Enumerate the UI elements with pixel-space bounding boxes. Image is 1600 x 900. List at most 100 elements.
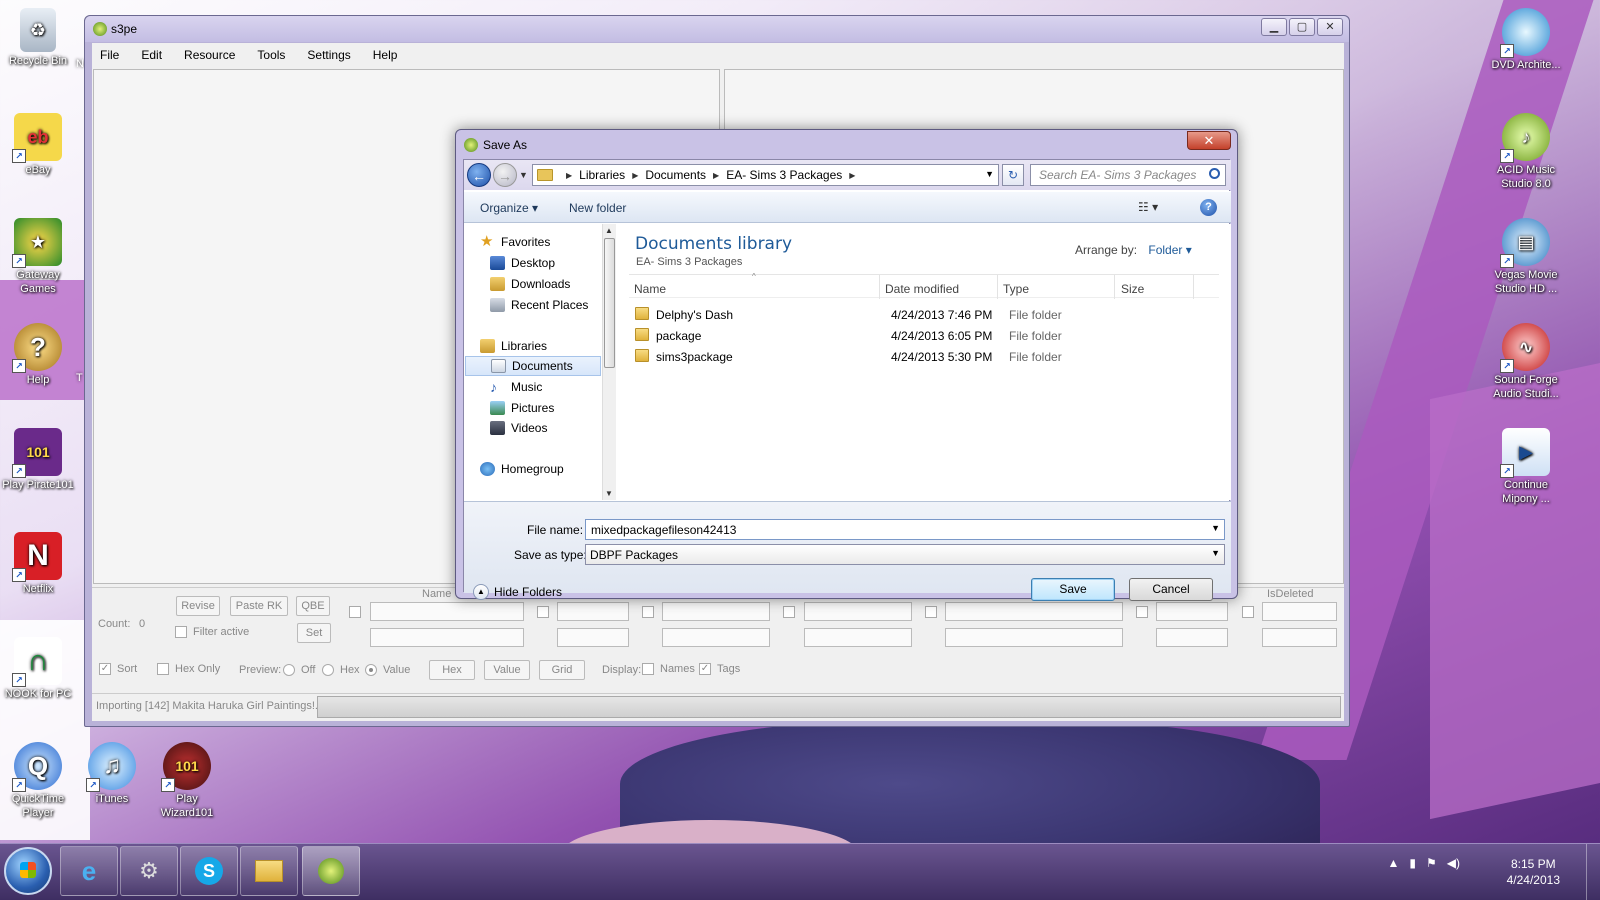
filter-field-input[interactable] [945,628,1123,647]
desktop-icon-pirate101[interactable]: 101 ↗ Play Pirate101 [0,428,76,492]
dialog-close-button[interactable]: ✕ [1187,131,1231,150]
nav-item-homegroup[interactable]: Homegroup [480,459,616,479]
column-header-date-modified[interactable]: Date modified [885,282,959,296]
address-bar[interactable]: ▶ Libraries ▶ Documents ▶ EA- Sims 3 Pac… [532,164,999,186]
paste-rk-button[interactable]: Paste RK [230,596,288,616]
filter-field-input[interactable] [1156,628,1228,647]
filter-field-input[interactable] [804,628,912,647]
filter-field-input[interactable] [557,602,629,621]
change-view-button[interactable]: ☷ ▾ [1138,200,1158,214]
cancel-button[interactable]: Cancel [1129,578,1213,601]
filter-active-checkbox[interactable] [175,626,187,638]
breadcrumb-libraries[interactable]: Libraries [579,168,625,182]
grid-button[interactable]: Grid [539,660,585,680]
column-divider[interactable] [997,275,998,299]
filter-field-input[interactable] [1156,602,1228,621]
column-header-name[interactable]: Name [634,282,666,296]
forward-button[interactable]: → [493,163,517,187]
desktop-icon-recycle-bin[interactable]: ♻ Recycle Bin [0,8,76,68]
recent-locations-dropdown[interactable]: ▼ [519,170,528,180]
save-button[interactable]: Save [1031,578,1115,601]
action-center-icon[interactable]: ⚑ [1426,856,1437,870]
chevron-right-icon[interactable]: ▶ [713,171,719,180]
new-folder-button[interactable]: New folder [569,201,626,215]
filter-field-checkbox[interactable] [925,606,937,618]
chevron-down-icon[interactable]: ▼ [1211,548,1220,558]
arrange-by-dropdown[interactable]: Folder ▾ [1148,243,1191,257]
minimize-button[interactable]: ▁ [1261,18,1287,36]
desktop-icon-sound-forge[interactable]: ∿ ↗ Sound Forge Audio Studi... [1488,323,1564,401]
search-input[interactable]: Search EA- Sims 3 Packages [1030,164,1226,186]
hex-only-checkbox[interactable] [157,663,169,675]
desktop-icon-ebay[interactable]: eb ↗ eBay [0,113,76,177]
filter-field-checkbox[interactable] [1136,606,1148,618]
refresh-button[interactable]: ↻ [1002,164,1024,186]
qbe-button[interactable]: QBE [296,596,330,616]
menu-settings[interactable]: Settings [307,48,350,62]
chevron-right-icon[interactable]: ▶ [632,171,638,180]
column-divider[interactable] [1114,275,1115,299]
isdeleted-filter-input[interactable] [1262,628,1337,647]
taskbar-internet-explorer[interactable]: e [60,846,118,896]
desktop-icon-nook[interactable]: ∩ ↗ NOOK for PC [0,637,76,701]
network-icon[interactable]: ▮ [1409,856,1416,870]
maximize-button[interactable]: ▢ [1289,18,1315,36]
set-button[interactable]: Set [297,623,331,643]
nav-item-documents[interactable]: Documents [465,356,601,376]
menu-help[interactable]: Help [373,48,398,62]
menu-resource[interactable]: Resource [184,48,235,62]
column-divider[interactable] [879,275,880,299]
file-row[interactable]: sims3package 4/24/2013 5:30 PM File fold… [629,347,1129,367]
sort-checkbox[interactable]: ✓ [99,663,111,675]
desktop-icon-mipony[interactable]: ▶ ↗ Continue Mipony ... [1488,428,1564,506]
filter-field-checkbox[interactable] [537,606,549,618]
scrollbar-thumb[interactable] [604,238,615,368]
filter-field-checkbox[interactable] [1242,606,1254,618]
isdeleted-filter-input[interactable] [1262,602,1337,621]
desktop-icon-acid-music[interactable]: ♪ ↗ ACID Music Studio 8.0 [1488,113,1564,191]
filter-field-checkbox[interactable] [349,606,361,618]
file-row[interactable]: Delphy's Dash 4/24/2013 7:46 PM File fol… [629,305,1129,325]
hide-folders-toggle[interactable]: ▲ Hide Folders [473,584,562,600]
preview-value-radio[interactable] [365,664,377,676]
preview-hex-radio[interactable] [322,664,334,676]
names-checkbox[interactable] [642,663,654,675]
desktop-icon-help[interactable]: ? ↗ Help [0,323,76,387]
filter-field-input[interactable] [945,602,1123,621]
clock[interactable]: 8:15 PM 4/24/2013 [1507,856,1560,888]
file-name-input[interactable]: mixedpackagefileson42413 ▼ [585,519,1225,540]
breadcrumb-documents[interactable]: Documents [645,168,706,182]
help-button[interactable]: ? [1200,199,1217,216]
desktop-icon-vegas-movie[interactable]: ▤ ↗ Vegas Movie Studio HD ... [1488,218,1564,296]
file-row[interactable]: package 4/24/2013 6:05 PM File folder [629,326,1129,346]
scroll-down-icon[interactable]: ▼ [605,489,613,498]
desktop-icon-dvd-architect[interactable]: ↗ DVD Archite... [1488,8,1564,72]
desktop-icon-quicktime[interactable]: Q ↗ QuickTime Player [0,742,76,820]
tags-checkbox[interactable]: ✓ [699,663,711,675]
desktop-icon-wizard101[interactable]: 101 ↗ Play Wizard101 [149,742,225,820]
taskbar-s3pe[interactable] [302,846,360,896]
organize-button[interactable]: Organize ▾ [480,201,538,215]
column-header-type[interactable]: Type [1003,282,1029,296]
save-as-type-select[interactable]: DBPF Packages ▼ [585,544,1225,565]
hex-button[interactable]: Hex [429,660,475,680]
desktop-icon-netflix[interactable]: N ↗ Netflix [0,532,76,596]
address-dropdown-icon[interactable]: ▼ [985,169,994,179]
scroll-up-icon[interactable]: ▲ [605,226,613,235]
taskbar-steam[interactable]: ⚙ [120,846,178,896]
chevron-down-icon[interactable]: ▼ [1211,523,1220,533]
volume-icon[interactable]: ◀) [1447,856,1460,870]
filter-field-input[interactable] [662,628,770,647]
close-button[interactable]: ✕ [1317,18,1343,36]
menu-file[interactable]: File [100,48,119,62]
filter-field-checkbox[interactable] [642,606,654,618]
nav-item-libraries[interactable]: Libraries [480,336,616,356]
desktop-icon-gateway-games[interactable]: ★ ↗ Gateway Games [0,218,76,296]
taskbar-skype[interactable]: S [180,846,238,896]
column-divider[interactable] [1193,275,1194,299]
breadcrumb-ea-sims-3-packages[interactable]: EA- Sims 3 Packages [726,168,842,182]
value-button[interactable]: Value [484,660,530,680]
filter-field-input[interactable] [370,602,524,621]
filter-field-input[interactable] [662,602,770,621]
taskbar-file-explorer[interactable] [240,846,298,896]
